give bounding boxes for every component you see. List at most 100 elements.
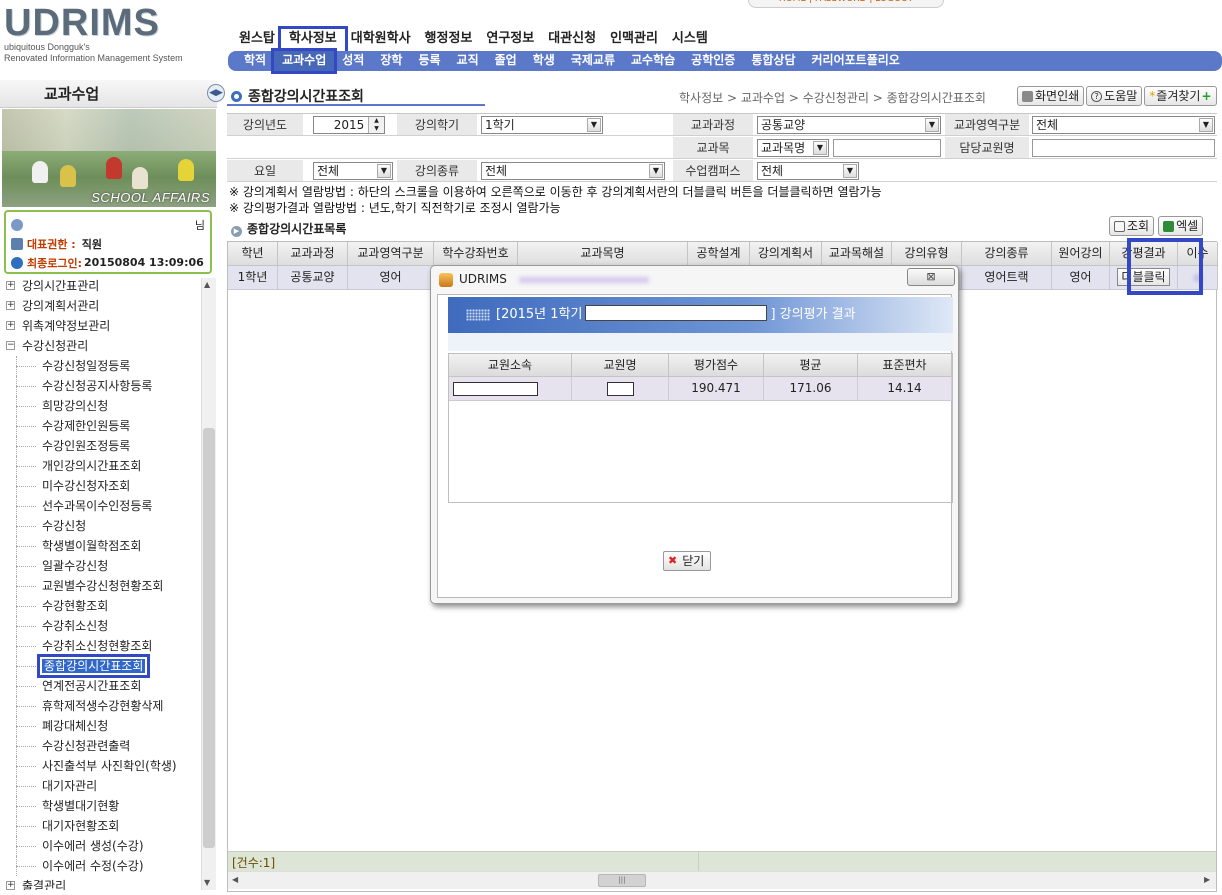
sidebar-tree-item[interactable]: 수강신청관련출력 <box>0 736 200 756</box>
sub-menu-item[interactable]: 커리어포트폴리오 <box>804 51 908 71</box>
sub-menu-item[interactable]: 국제교류 <box>563 51 623 71</box>
sidebar-tree-item[interactable]: 수강신청공지사항등록 <box>0 376 200 396</box>
main-menu-item[interactable]: 인맥관리 <box>603 30 665 52</box>
scroll-thumb[interactable] <box>203 428 215 848</box>
column-header[interactable]: 강의종류 <box>962 242 1052 266</box>
expand-icon[interactable]: + <box>6 321 15 330</box>
kind-select[interactable]: 전체 ▼ <box>481 162 665 180</box>
day-select[interactable]: 전체 ▼ <box>313 162 393 180</box>
sub-menu-item[interactable]: 학생 <box>525 51 563 71</box>
evaluation-result-button[interactable]: 더블클릭 <box>1117 268 1170 286</box>
sidebar-scrollbar[interactable]: ▲ ▼ <box>201 278 216 890</box>
sub-menu-item[interactable]: 장학 <box>372 51 410 71</box>
popup-titlebar[interactable]: UDRIMS ⊠ <box>431 266 958 292</box>
sidebar-tree-item[interactable]: 학생별이월학점조회 <box>0 536 200 556</box>
campus-select[interactable]: 전체 ▼ <box>757 162 859 180</box>
main-menu-item[interactable]: 연구정보 <box>479 30 541 52</box>
scroll-thumb[interactable]: ||| <box>598 874 646 887</box>
sidebar-tree-item[interactable]: 개인강의시간표조회 <box>0 456 200 476</box>
excel-button[interactable]: 엑셀 <box>1158 216 1204 236</box>
table-row[interactable]: 190.471 171.06 14.14 <box>449 377 952 401</box>
sidebar-tree-item[interactable]: + 위촉계약정보관리 <box>0 316 200 336</box>
column-header[interactable]: 학년 <box>228 242 278 266</box>
column-header[interactable]: 교과목해설 <box>822 242 892 266</box>
horizontal-scrollbar[interactable]: ◀ ||| ▶ <box>228 871 1216 889</box>
sidebar-tree-item[interactable]: 수강인원조정등록 <box>0 436 200 456</box>
sidebar-tree-item[interactable]: 미수강신청자조회 <box>0 476 200 496</box>
column-header[interactable]: 공학설계 <box>688 242 750 266</box>
subject-search-type-select[interactable]: 교과목명 ▼ <box>757 139 829 157</box>
sidebar-tree-item[interactable]: 폐강대체신청 <box>0 716 200 736</box>
sidebar-tree-item[interactable]: 종합강의시간표조회 <box>0 654 200 678</box>
sub-menu-item[interactable]: 성적 <box>334 51 372 71</box>
expand-icon[interactable]: + <box>6 281 15 290</box>
course-type-select[interactable]: 공통교양 ▼ <box>757 116 941 134</box>
main-menu-item[interactable]: 원스탑 <box>232 30 282 52</box>
column-header[interactable]: 강평결과 <box>1110 242 1178 266</box>
sidebar-tree-item[interactable]: − 수강신청관리 <box>0 336 200 356</box>
sidebar-tree-item[interactable]: 수강신청일정등록 <box>0 356 200 376</box>
expand-icon[interactable]: + <box>6 301 15 310</box>
sidebar-tree-item[interactable]: 학생별대기현황 <box>0 796 200 816</box>
sub-menu-item[interactable]: 학적 <box>236 51 274 71</box>
column-header[interactable]: 원어강의 <box>1052 242 1110 266</box>
udrims-logo[interactable]: UDRIMS ubiquitous Dongguk's Renovated In… <box>4 4 204 70</box>
sub-menu-item[interactable]: 졸업 <box>487 51 525 71</box>
main-menu-item[interactable]: 행정정보 <box>418 30 480 52</box>
sidebar-tree-item[interactable]: 연계전공시간표조회 <box>0 676 200 696</box>
column-header[interactable]: 교과과정 <box>278 242 348 266</box>
column-header[interactable]: 이수 <box>1178 242 1218 266</box>
scroll-up-icon[interactable]: ▲ <box>204 280 210 289</box>
favorite-button[interactable]: * 즐겨찾기 + <box>1144 86 1217 106</box>
column-header[interactable]: 강의유형 <box>892 242 962 266</box>
sidebar-tree-item[interactable]: 수강취소신청현황조회 <box>0 636 200 656</box>
scroll-left-icon[interactable]: ◀ <box>232 875 238 884</box>
sidebar-tree-item[interactable]: 일괄수강신청 <box>0 556 200 576</box>
main-menu-item[interactable]: 학사정보 <box>277 26 348 56</box>
sidebar-tree-item[interactable]: + 출결관리 <box>0 876 200 890</box>
sidebar-tree-item[interactable]: 휴학제적생수강현황삭제 <box>0 696 200 716</box>
sub-menu-item[interactable]: 통합상담 <box>743 51 803 71</box>
column-header[interactable]: 학수강좌번호 <box>434 242 518 266</box>
sidebar-tree-item[interactable]: 선수과목이수인정등록 <box>0 496 200 516</box>
sidebar-tree-item[interactable]: 희망강의신청 <box>0 396 200 416</box>
sidebar-tree-item[interactable]: 교원별수강신청현황조회 <box>0 576 200 596</box>
professor-input[interactable] <box>1032 139 1215 157</box>
spinner-arrows-icon[interactable]: ▲ ▼ <box>368 117 384 133</box>
column-header[interactable]: 교과영역구분 <box>348 242 434 266</box>
sidebar-tree-item[interactable]: 이수에러 생성(수강) <box>0 836 200 856</box>
collapse-icon[interactable]: − <box>6 341 15 350</box>
expand-icon[interactable]: + <box>6 881 15 890</box>
column-header[interactable]: 강의계획서 <box>750 242 822 266</box>
sidebar-tree-item[interactable]: 수강신청 <box>0 516 200 536</box>
print-button[interactable]: 화면인쇄 <box>1017 86 1085 106</box>
sidebar-tree-item[interactable]: 수강현황조회 <box>0 596 200 616</box>
search-button[interactable]: 조회 <box>1109 216 1155 236</box>
sidebar-tree-item[interactable]: + 강의시간표관리 <box>0 276 200 296</box>
sub-menu-item[interactable]: 교수학습 <box>623 51 683 71</box>
sidebar-tree-item[interactable]: 수강제한인원등록 <box>0 416 200 436</box>
close-button[interactable]: ✖ 닫기 <box>663 551 712 571</box>
sidebar-tree-item[interactable]: 수강취소신청 <box>0 616 200 636</box>
top-links[interactable]: HOME | PASSWORD | LOGOUT <box>748 0 944 8</box>
window-close-button[interactable]: ⊠ <box>907 268 955 286</box>
area-select[interactable]: 전체 ▼ <box>1032 116 1215 134</box>
semester-select[interactable]: 1학기 ▼ <box>481 116 603 134</box>
sidebar-tree-item[interactable]: + 강의계획서관리 <box>0 296 200 316</box>
sub-menu-item[interactable]: 교직 <box>449 51 487 71</box>
subject-input[interactable] <box>833 139 941 157</box>
scroll-right-icon[interactable]: ▶ <box>1204 875 1210 884</box>
scroll-down-icon[interactable]: ▼ <box>204 878 210 887</box>
sidebar-tree-item[interactable]: 대기자관리 <box>0 776 200 796</box>
help-button[interactable]: ? 도움말 <box>1086 86 1143 106</box>
main-menu-item[interactable]: 대관신청 <box>541 30 603 52</box>
sidebar-tree-item[interactable]: 사진출석부 사진확인(학생) <box>0 756 200 776</box>
main-menu-item[interactable]: 대학원학사 <box>344 30 418 52</box>
sub-menu-item[interactable]: 공학인증 <box>683 51 743 71</box>
column-header[interactable]: 교과목명 <box>518 242 688 266</box>
sidebar-tree-item[interactable]: 이수에러 수정(수강) <box>0 856 200 876</box>
main-menu-item[interactable]: 시스템 <box>665 30 715 52</box>
sidebar-tree-item[interactable]: 대기자현황조회 <box>0 816 200 836</box>
sub-menu-item[interactable]: 교과수업 <box>271 48 338 74</box>
sub-menu-item[interactable]: 등록 <box>410 51 448 71</box>
